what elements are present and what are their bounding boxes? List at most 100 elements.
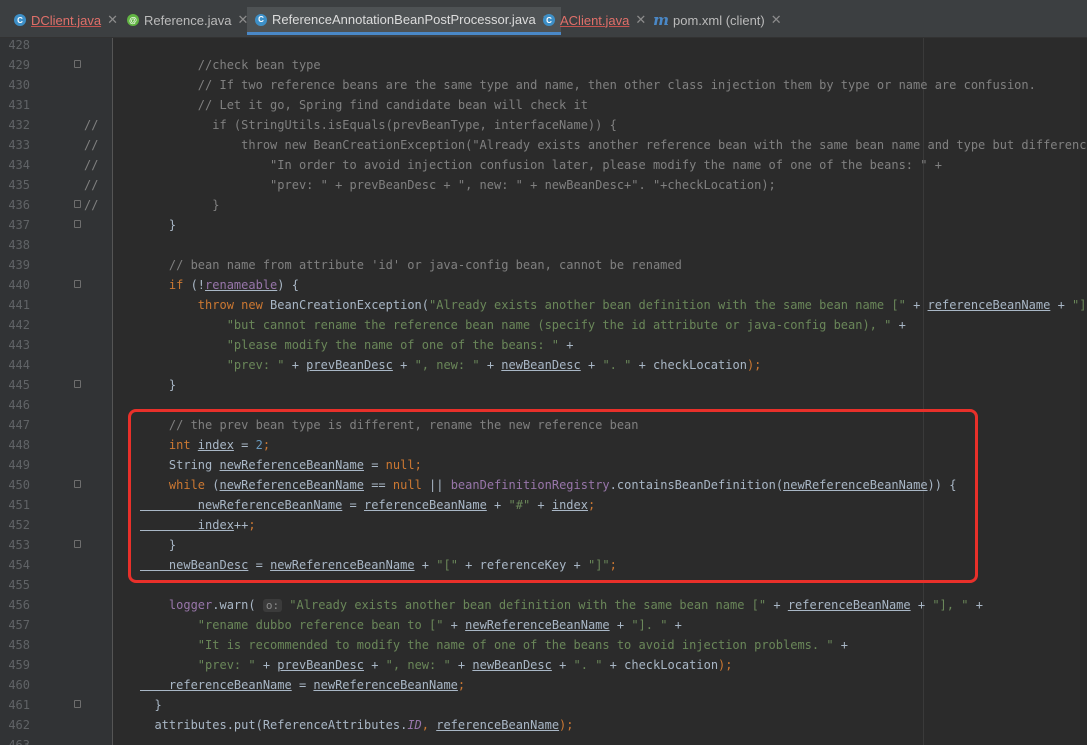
code-line[interactable]: 452 index++;: [0, 515, 1087, 535]
code-token: BeanCreationException(: [270, 298, 429, 312]
code-line[interactable]: 439 // bean name from attribute 'id' or …: [0, 255, 1087, 275]
code-text: if (!renameable) {: [140, 275, 299, 295]
code-token: +: [566, 338, 574, 352]
code-line[interactable]: 435 // "prev: " + prevBeanDesc + ", new: …: [0, 175, 1087, 195]
code-line[interactable]: 436 // }: [0, 195, 1087, 215]
code-line[interactable]: 445 }: [0, 375, 1087, 395]
code-line[interactable]: 442 "but cannot rename the reference bea…: [0, 315, 1087, 335]
code-line[interactable]: 455: [0, 575, 1087, 595]
code-line[interactable]: 443 "please modify the name of one of th…: [0, 335, 1087, 355]
line-number: 451: [8, 498, 30, 512]
code-line[interactable]: 456 logger.warn( o: "Already exists anot…: [0, 595, 1087, 615]
code-text: // If two reference beans are the same t…: [140, 75, 1036, 95]
code-line[interactable]: 463: [0, 735, 1087, 745]
fold-icon[interactable]: [74, 700, 81, 708]
code-line[interactable]: 433 // throw new BeanCreationException("A…: [0, 135, 1087, 155]
fold-icon[interactable]: [74, 220, 81, 228]
fold-icon[interactable]: [74, 200, 81, 208]
code-line[interactable]: 462 attributes.put(ReferenceAttributes.I…: [0, 715, 1087, 735]
fold-icon[interactable]: [74, 280, 81, 288]
code-line[interactable]: 458 "It is recommended to modify the nam…: [0, 635, 1087, 655]
code-token: +: [609, 618, 632, 632]
code-line[interactable]: 440 if (!renameable) {: [0, 275, 1087, 295]
code-line[interactable]: 430 // If two reference beans are the sa…: [0, 75, 1087, 95]
code-token: "In order to avoid injection confusion l…: [140, 158, 942, 172]
class-icon: C: [543, 14, 555, 26]
close-icon[interactable]: ✕: [635, 12, 646, 28]
code-editor[interactable]: 428 429 //check bean type 430 // If two re…: [0, 38, 1087, 745]
code-line[interactable]: 438: [0, 235, 1087, 255]
code-line[interactable]: 461 }: [0, 695, 1087, 715]
tab-dclient[interactable]: C DClient.java ✕: [14, 6, 118, 34]
editor-tab-bar: C DClient.java ✕ @ Reference.java ✕ C Re…: [0, 0, 1087, 38]
tab-reference[interactable]: @ Reference.java ✕: [127, 6, 248, 34]
fold-icon[interactable]: [74, 60, 81, 68]
code-line[interactable]: 460 referenceBeanName = newReferenceBean…: [0, 675, 1087, 695]
line-number: 441: [8, 298, 30, 312]
code-text: referenceBeanName = newReferenceBeanName…: [140, 675, 465, 695]
code-text: throw new BeanCreationException("Already…: [140, 295, 1087, 315]
code-token: // bean name from attribute 'id' or java…: [140, 258, 682, 272]
code-token: + checkLocation: [638, 358, 747, 372]
code-text: if (StringUtils.isEquals(prevBeanType, i…: [140, 115, 617, 135]
line-number: 455: [8, 578, 30, 592]
code-line[interactable]: 448 int index = 2;: [0, 435, 1087, 455]
code-token: }: [140, 378, 177, 392]
line-number: 438: [8, 238, 30, 252]
code-token: "but cannot rename the reference bean na…: [140, 318, 899, 332]
code-token: +: [551, 658, 574, 672]
code-token: // If two reference beans are the same t…: [140, 78, 1036, 92]
code-token: newReferenceBeanName: [783, 478, 928, 492]
code-text: // the prev bean type is different, rena…: [140, 415, 639, 435]
code-line[interactable]: 444 "prev: " + prevBeanDesc + ", new: " …: [0, 355, 1087, 375]
tab-aclient[interactable]: C AClient.java ✕: [543, 6, 646, 34]
code-line[interactable]: 428: [0, 35, 1087, 55]
code-token: +: [262, 658, 278, 672]
line-number: 444: [8, 358, 30, 372]
code-text: }: [140, 215, 176, 235]
tab-referenceannotationbeanpostprocessor[interactable]: C ReferenceAnnotationBeanPostProcessor.j…: [247, 7, 561, 35]
code-line[interactable]: 449 String newReferenceBeanName = null;: [0, 455, 1087, 475]
code-text: "prev: " + prevBeanDesc + ", new: " + ne…: [140, 355, 762, 375]
close-icon[interactable]: ✕: [107, 12, 118, 28]
code-token: ) {: [277, 278, 299, 292]
code-line[interactable]: 441 throw new BeanCreationException("Alr…: [0, 295, 1087, 315]
code-token: String: [140, 458, 220, 472]
fold-icon[interactable]: [74, 540, 81, 548]
fold-icon[interactable]: [74, 380, 81, 388]
line-number: 462: [8, 718, 30, 732]
code-token: ;: [609, 558, 617, 572]
code-line[interactable]: 446: [0, 395, 1087, 415]
code-line[interactable]: 453 }: [0, 535, 1087, 555]
line-number: 452: [8, 518, 30, 532]
code-line[interactable]: 447 // the prev bean type is different, …: [0, 415, 1087, 435]
line-number: 453: [8, 538, 30, 552]
code-token: ;: [248, 518, 256, 532]
code-line[interactable]: 432 // if (StringUtils.isEquals(prevBeanT…: [0, 115, 1087, 135]
line-number: 436: [8, 198, 30, 212]
code-text: }: [140, 375, 176, 395]
code-text: "It is recommended to modify the name of…: [140, 635, 848, 655]
code-line[interactable]: 459 "prev: " + prevBeanDesc + ", new: " …: [0, 655, 1087, 675]
code-token: "It is recommended to modify the name of…: [140, 638, 841, 652]
code-token: +: [414, 558, 437, 572]
code-line[interactable]: 451 newReferenceBeanName = referenceBean…: [0, 495, 1087, 515]
code-line[interactable]: 429 //check bean type: [0, 55, 1087, 75]
code-line[interactable]: 431 // Let it go, Spring find candidate …: [0, 95, 1087, 115]
fold-icon[interactable]: [74, 480, 81, 488]
line-number: 443: [8, 338, 30, 352]
code-line[interactable]: 450 while (newReferenceBeanName == null …: [0, 475, 1087, 495]
gutter-comment-marker: //: [84, 138, 99, 152]
code-line[interactable]: 437 }: [0, 215, 1087, 235]
tab-pom-xml[interactable]: m pom.xml (client) ✕: [653, 6, 782, 34]
code-token: ", new: ": [414, 358, 487, 372]
code-token: prevBeanDesc: [306, 358, 393, 372]
code-line[interactable]: 457 "rename dubbo reference bean to [" +…: [0, 615, 1087, 635]
line-number: 428: [8, 38, 30, 52]
code-token: ==: [363, 478, 393, 492]
close-icon[interactable]: ✕: [771, 12, 782, 28]
code-line[interactable]: 434 // "In order to avoid injection confu…: [0, 155, 1087, 175]
line-number: 458: [8, 638, 30, 652]
code-line[interactable]: 454 newBeanDesc = newReferenceBeanName +…: [0, 555, 1087, 575]
code-token: .warn(: [212, 598, 263, 612]
